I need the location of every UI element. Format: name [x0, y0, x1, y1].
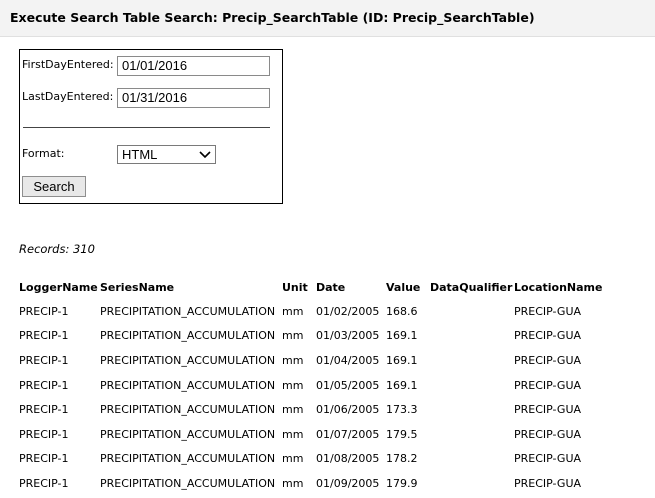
col-header-value: Value: [386, 280, 421, 294]
cell-loggername: PRECIP-1: [19, 304, 69, 318]
cell-unit: mm: [282, 353, 304, 367]
cell-date: 01/05/2005: [316, 378, 380, 392]
cell-seriesname: PRECIPITATION_ACCUMULATION: [100, 304, 276, 318]
cell-value: 169.1: [386, 378, 418, 392]
cell-seriesname: PRECIPITATION_ACCUMULATION: [100, 378, 276, 392]
cell-dataqualifier: [430, 373, 514, 398]
cell-dataqualifier: [430, 422, 514, 447]
cell-seriesname: PRECIPITATION_ACCUMULATION: [100, 476, 276, 490]
cell-locationname: PRECIP-GUA: [514, 304, 582, 318]
cell-seriesname: PRECIPITATION_ACCUMULATION: [100, 403, 276, 417]
cell-seriesname: PRECIPITATION_ACCUMULATION: [100, 329, 276, 343]
col-header-unit: Unit: [282, 280, 308, 294]
cell-loggername: PRECIP-1: [19, 353, 69, 367]
cell-value: 169.1: [386, 329, 418, 343]
cell-dataqualifier: [430, 348, 514, 373]
col-header-date: Date: [316, 280, 346, 294]
format-label: Format:: [22, 147, 65, 160]
cell-loggername: PRECIP-1: [19, 378, 69, 392]
search-form: FirstDayEntered: 01/01/2016 LastDayEnter…: [19, 49, 283, 204]
cell-date: 01/04/2005: [316, 353, 380, 367]
title-bar: Execute Search Table Search: Precip_Sear…: [0, 0, 655, 37]
last-day-input[interactable]: 01/31/2016: [117, 88, 270, 108]
cell-loggername: PRECIP-1: [19, 403, 69, 417]
cell-locationname: PRECIP-GUA: [514, 378, 582, 392]
cell-unit: mm: [282, 452, 304, 466]
cell-unit: mm: [282, 427, 304, 441]
table-row: PRECIP-1 PRECIPITATION_ACCUMULATION mm 0…: [19, 397, 604, 422]
cell-loggername: PRECIP-1: [19, 452, 69, 466]
page-title: Execute Search Table Search: Precip_Sear…: [10, 10, 535, 25]
records-count: Records: 310: [19, 242, 95, 256]
cell-value: 179.9: [386, 476, 418, 490]
cell-unit: mm: [282, 329, 304, 343]
cell-loggername: PRECIP-1: [19, 329, 69, 343]
cell-value: 168.6: [386, 304, 418, 318]
cell-loggername: PRECIP-1: [19, 427, 69, 441]
format-select[interactable]: HTML: [117, 145, 216, 164]
cell-date: 01/02/2005: [316, 304, 380, 318]
results-table: LoggerName SeriesName Unit Date Value Da…: [19, 275, 604, 496]
cell-date: 01/06/2005: [316, 403, 380, 417]
cell-dataqualifier: [430, 471, 514, 496]
cell-unit: mm: [282, 304, 304, 318]
col-header-dataqualifier: DataQualifier: [430, 280, 513, 294]
cell-locationname: PRECIP-GUA: [514, 452, 582, 466]
cell-unit: mm: [282, 403, 304, 417]
form-divider: [23, 127, 270, 128]
first-day-input[interactable]: 01/01/2016: [117, 56, 270, 76]
cell-date: 01/07/2005: [316, 427, 380, 441]
cell-value: 173.3: [386, 403, 418, 417]
cell-seriesname: PRECIPITATION_ACCUMULATION: [100, 427, 276, 441]
chevron-down-icon: [199, 151, 211, 159]
cell-date: 01/08/2005: [316, 452, 380, 466]
cell-value: 178.2: [386, 452, 418, 466]
col-header-locationname: LocationName: [514, 280, 603, 294]
col-header-seriesname: SeriesName: [100, 280, 175, 294]
cell-locationname: PRECIP-GUA: [514, 329, 582, 343]
last-day-label: LastDayEntered:: [22, 90, 114, 103]
cell-locationname: PRECIP-GUA: [514, 427, 582, 441]
cell-locationname: PRECIP-GUA: [514, 403, 582, 417]
cell-unit: mm: [282, 378, 304, 392]
cell-dataqualifier: [430, 299, 514, 324]
table-row: PRECIP-1 PRECIPITATION_ACCUMULATION mm 0…: [19, 299, 604, 324]
search-button[interactable]: Search: [22, 176, 86, 197]
cell-unit: mm: [282, 476, 304, 490]
col-header-loggername: LoggerName: [19, 280, 98, 294]
table-row: PRECIP-1 PRECIPITATION_ACCUMULATION mm 0…: [19, 373, 604, 398]
table-row: PRECIP-1 PRECIPITATION_ACCUMULATION mm 0…: [19, 348, 604, 373]
table-row: PRECIP-1 PRECIPITATION_ACCUMULATION mm 0…: [19, 324, 604, 349]
cell-date: 01/03/2005: [316, 329, 380, 343]
table-row: PRECIP-1 PRECIPITATION_ACCUMULATION mm 0…: [19, 471, 604, 496]
cell-dataqualifier: [430, 397, 514, 422]
format-select-value: HTML: [122, 147, 158, 162]
cell-value: 169.1: [386, 353, 418, 367]
table-header-row: LoggerName SeriesName Unit Date Value Da…: [19, 275, 604, 299]
cell-dataqualifier: [430, 324, 514, 349]
first-day-label: FirstDayEntered:: [22, 58, 114, 71]
cell-locationname: PRECIP-GUA: [514, 476, 582, 490]
cell-locationname: PRECIP-GUA: [514, 353, 582, 367]
cell-seriesname: PRECIPITATION_ACCUMULATION: [100, 452, 276, 466]
cell-seriesname: PRECIPITATION_ACCUMULATION: [100, 353, 276, 367]
cell-loggername: PRECIP-1: [19, 476, 69, 490]
cell-value: 179.5: [386, 427, 418, 441]
cell-date: 01/09/2005: [316, 476, 380, 490]
table-row: PRECIP-1 PRECIPITATION_ACCUMULATION mm 0…: [19, 447, 604, 472]
cell-dataqualifier: [430, 447, 514, 472]
table-row: PRECIP-1 PRECIPITATION_ACCUMULATION mm 0…: [19, 422, 604, 447]
